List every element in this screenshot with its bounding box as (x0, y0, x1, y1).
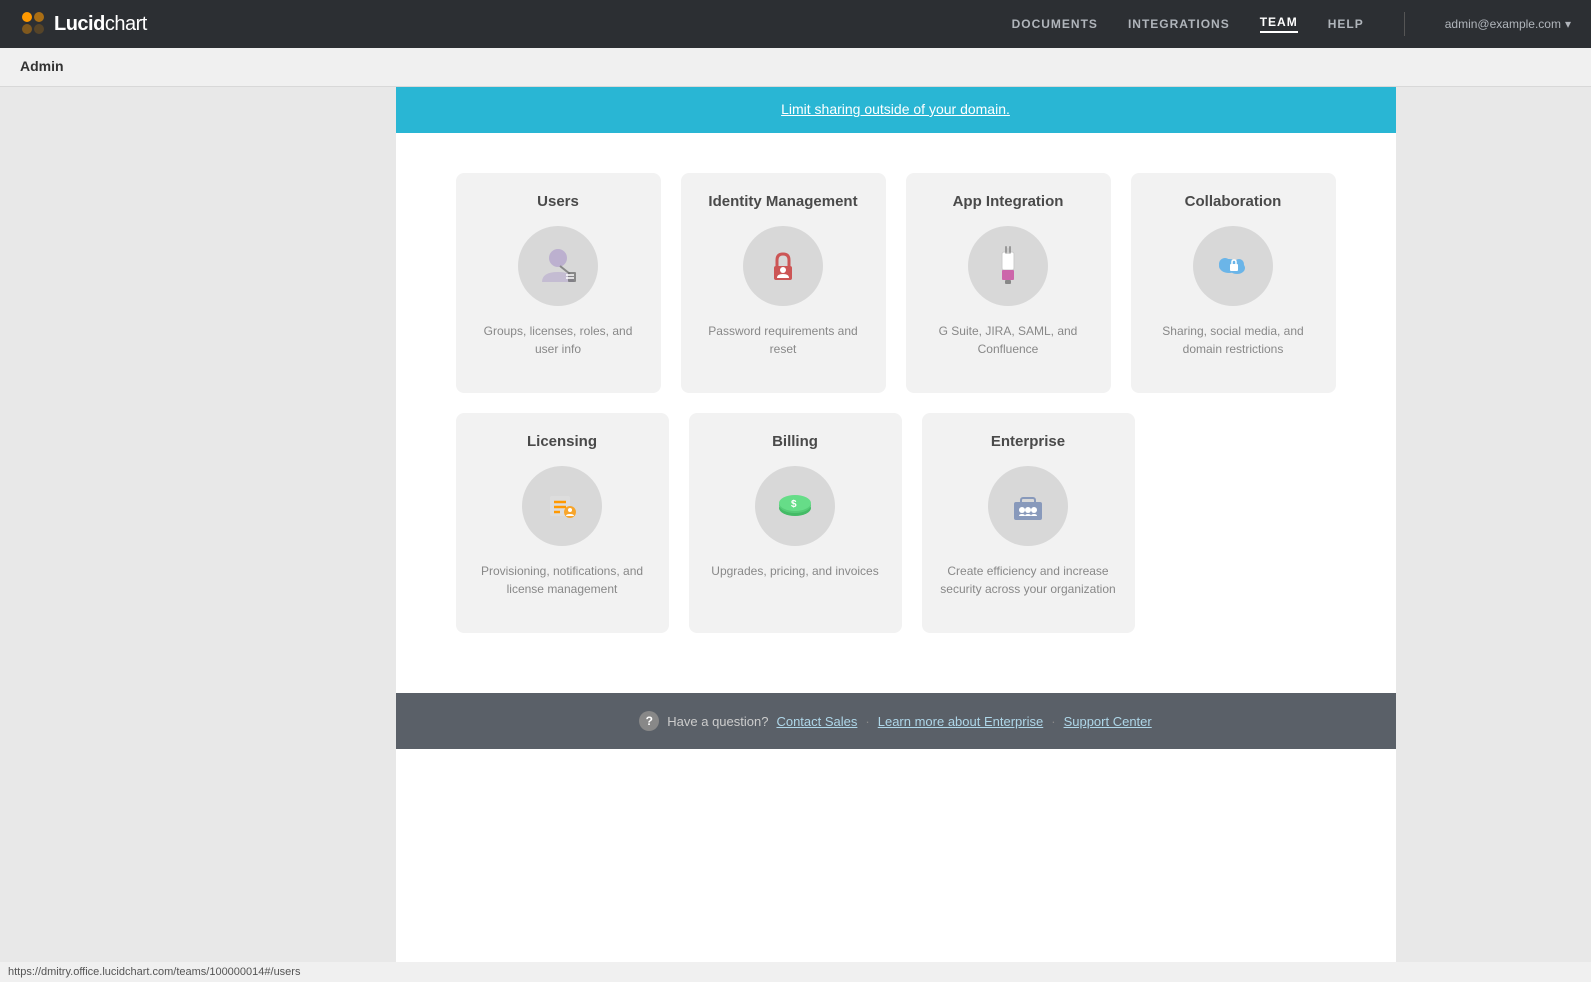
card-users-icon-circle (518, 226, 598, 306)
footer-dot-1: · (865, 714, 869, 729)
main-content: Limit sharing outside of your domain. Us… (396, 87, 1396, 962)
banner-link[interactable]: Limit sharing outside of your domain. (781, 101, 1010, 117)
footer: ? Have a question? Contact Sales · Learn… (396, 693, 1396, 749)
main-wrapper: Limit sharing outside of your domain. Us… (0, 87, 1591, 962)
identity-icon (761, 244, 805, 288)
card-collab[interactable]: Collaboration Sharing, (1131, 173, 1336, 393)
collab-icon (1211, 244, 1255, 288)
chevron-down-icon: ▾ (1565, 17, 1571, 31)
nav-integrations[interactable]: INTEGRATIONS (1128, 17, 1230, 31)
card-appint-desc: G Suite, JIRA, SAML, and Confluence (922, 322, 1095, 358)
cards-row-2: Licensing (456, 413, 1336, 633)
licensing-icon (540, 484, 584, 528)
admin-bar: Admin (0, 48, 1591, 87)
status-bar: https://dmitry.office.lucidchart.com/tea… (0, 962, 1591, 982)
card-licensing-icon-circle (522, 466, 602, 546)
footer-support-center[interactable]: Support Center (1064, 714, 1152, 729)
svg-text:$: $ (791, 499, 797, 510)
spacer-card (1155, 413, 1336, 633)
card-licensing-title: Licensing (527, 433, 597, 450)
logo-icon (20, 10, 48, 38)
enterprise-icon (1006, 484, 1050, 528)
nav-team[interactable]: TEAM (1260, 15, 1298, 33)
user-email: admin@example.com (1445, 17, 1561, 31)
card-users[interactable]: Users Groups, (456, 173, 661, 393)
card-billing-desc: Upgrades, pricing, and invoices (711, 562, 878, 580)
card-appint-icon-circle (968, 226, 1048, 306)
footer-contact-sales[interactable]: Contact Sales (776, 714, 857, 729)
card-identity[interactable]: Identity Management Password requirem (681, 173, 886, 393)
card-enterprise-icon-circle (988, 466, 1068, 546)
appint-icon (986, 244, 1030, 288)
nav-divider (1404, 12, 1405, 36)
footer-question-label: Have a question? (667, 714, 768, 729)
card-users-desc: Groups, licenses, roles, and user info (472, 322, 645, 358)
nav-links: DOCUMENTS INTEGRATIONS TEAM HELP admin@e… (1012, 12, 1571, 36)
nav-help[interactable]: HELP (1328, 17, 1364, 31)
top-nav: Lucidchart DOCUMENTS INTEGRATIONS TEAM H… (0, 0, 1591, 48)
footer-learn-enterprise[interactable]: Learn more about Enterprise (878, 714, 1043, 729)
card-appint[interactable]: App Integration (906, 173, 1111, 393)
card-billing-title: Billing (772, 433, 818, 450)
left-gutter (196, 87, 396, 962)
card-users-title: Users (537, 193, 579, 210)
card-licensing-desc: Provisioning, notifications, and license… (472, 562, 653, 598)
card-billing[interactable]: Billing $ Upgrades, pricing, and invoice… (689, 413, 902, 633)
card-identity-title: Identity Management (708, 193, 857, 210)
card-collab-title: Collaboration (1185, 193, 1282, 210)
card-appint-title: App Integration (953, 193, 1064, 210)
card-enterprise-title: Enterprise (991, 433, 1065, 450)
banner[interactable]: Limit sharing outside of your domain. (396, 87, 1396, 133)
question-icon: ? (639, 711, 659, 731)
billing-icon: $ (773, 484, 817, 528)
logo-text: Lucidchart (54, 13, 147, 36)
card-licensing[interactable]: Licensing (456, 413, 669, 633)
cards-row-1: Users Groups, (456, 173, 1336, 393)
card-billing-icon-circle: $ (755, 466, 835, 546)
cards-section: Users Groups, (396, 133, 1396, 693)
admin-title: Admin (20, 58, 64, 74)
card-identity-desc: Password requirements and reset (697, 322, 870, 358)
card-enterprise[interactable]: Enterprise (922, 413, 1135, 633)
user-menu[interactable]: admin@example.com ▾ (1445, 17, 1571, 31)
card-enterprise-desc: Create efficiency and increase security … (938, 562, 1119, 598)
status-url: https://dmitry.office.lucidchart.com/tea… (8, 966, 300, 978)
card-identity-icon-circle (743, 226, 823, 306)
card-collab-desc: Sharing, social media, and domain restri… (1147, 322, 1320, 358)
nav-documents[interactable]: DOCUMENTS (1012, 17, 1098, 31)
footer-dot-2: · (1051, 714, 1055, 729)
card-collab-icon-circle (1193, 226, 1273, 306)
logo[interactable]: Lucidchart (20, 10, 147, 38)
users-icon (536, 244, 580, 288)
